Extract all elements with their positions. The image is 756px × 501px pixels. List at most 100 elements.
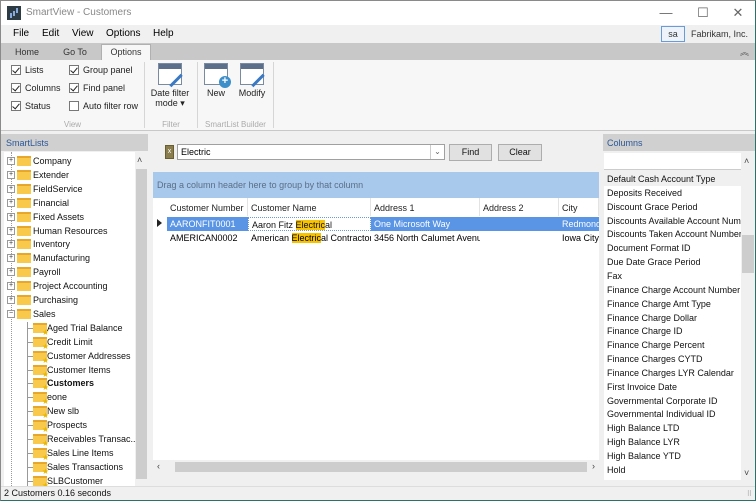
company-name[interactable]: Fabrikam, Inc. xyxy=(691,29,748,39)
column-list-item[interactable]: Deposits Received xyxy=(604,186,741,200)
tree-smartlist-item[interactable]: SLBCustomer xyxy=(4,474,135,486)
tab-go-to[interactable]: Go To xyxy=(53,45,97,60)
auto-filter-row-checkbox[interactable]: Auto filter row xyxy=(69,101,138,111)
expand-icon[interactable]: + xyxy=(7,282,15,291)
group-by-panel[interactable]: Drag a column header here to group by th… xyxy=(153,172,599,198)
menu-help[interactable]: Help xyxy=(153,28,174,39)
tree-folder[interactable]: + Manufacturing xyxy=(4,251,135,265)
tree-smartlist-item[interactable]: eone xyxy=(4,390,135,406)
clear-button[interactable]: Clear xyxy=(498,144,542,161)
minimize-button[interactable]: — xyxy=(651,4,681,22)
column-header-city[interactable]: City xyxy=(559,198,599,216)
tree-smartlist-item[interactable]: Customer Addresses xyxy=(4,349,135,365)
cell-customer-number[interactable]: AARONFIT0001 xyxy=(167,217,248,231)
expand-icon[interactable]: + xyxy=(7,254,15,263)
tree-folder[interactable]: + Purchasing xyxy=(4,293,135,307)
scroll-right-icon[interactable]: › xyxy=(592,461,595,471)
tree-folder[interactable]: + Payroll xyxy=(4,265,135,279)
tree-folder[interactable]: + Project Accounting xyxy=(4,279,135,293)
expand-icon[interactable]: + xyxy=(7,226,15,235)
expand-icon[interactable]: + xyxy=(7,198,15,207)
cell-city[interactable]: Iowa City xyxy=(559,231,599,245)
menu-options[interactable]: Options xyxy=(106,28,140,39)
column-list-item[interactable]: Discounts Taken Account Number xyxy=(604,227,741,241)
tree-folder[interactable]: + Company xyxy=(4,154,135,168)
group-panel-checkbox[interactable]: Group panel xyxy=(69,65,133,75)
table-row[interactable]: AARONFIT0001 Aaron Fitz Electrical One M… xyxy=(167,217,599,231)
expand-icon[interactable]: + xyxy=(7,268,15,277)
tab-home[interactable]: Home xyxy=(7,45,47,60)
cell-customer-number[interactable]: AMERICAN0002 xyxy=(167,231,248,245)
scroll-thumb[interactable] xyxy=(742,235,754,273)
column-list-item[interactable]: Finance Charge Amt Type xyxy=(604,297,741,311)
tree-folder[interactable]: + FieldService xyxy=(4,182,135,196)
scroll-up-icon[interactable]: ˄ xyxy=(137,155,142,165)
columns-checkbox[interactable]: Columns xyxy=(11,83,61,93)
column-list-item[interactable]: Governmental Individual ID xyxy=(604,407,741,421)
cell-city[interactable]: Redmond xyxy=(559,217,599,231)
column-list-item[interactable]: Finance Charge Account Number xyxy=(604,283,741,297)
expand-icon[interactable]: + xyxy=(7,184,15,193)
scroll-up-icon[interactable]: ˄ xyxy=(744,156,749,166)
columns-scrollbar[interactable]: ˄ ˅ xyxy=(741,153,755,480)
column-list-item[interactable]: Discount Grace Period xyxy=(604,200,741,214)
tree-smartlist-item[interactable]: New slb xyxy=(4,404,135,420)
tree-smartlist-item[interactable]: Credit Limit xyxy=(4,335,135,351)
close-button[interactable]: ✕ xyxy=(723,4,753,22)
close-find-panel-button[interactable]: x xyxy=(165,145,174,159)
tree-smartlist-item[interactable]: Aged Trial Balance xyxy=(4,321,135,337)
collapse-ribbon-icon[interactable]: ︽ xyxy=(740,45,749,58)
expand-icon[interactable]: + xyxy=(7,157,15,165)
find-button[interactable]: Find xyxy=(449,144,492,161)
menu-view[interactable]: View xyxy=(72,28,94,39)
user-badge[interactable]: sa xyxy=(661,26,685,42)
tree-smartlist-item[interactable]: Sales Line Items xyxy=(4,446,135,462)
tree-folder[interactable]: + Fixed Assets xyxy=(4,210,135,224)
scroll-thumb[interactable] xyxy=(175,462,587,472)
cell-address-2[interactable] xyxy=(480,217,559,231)
find-input[interactable]: Electric ⌄ xyxy=(177,144,445,160)
tree-smartlist-item[interactable]: Customers xyxy=(4,376,135,392)
cell-customer-name[interactable]: Aaron Fitz Electrical xyxy=(248,217,371,231)
column-list-item[interactable]: Finance Charge Dollar xyxy=(604,311,741,325)
collapse-icon[interactable]: − xyxy=(7,309,15,318)
expand-icon[interactable]: + xyxy=(7,296,15,304)
column-list-item[interactable]: Document Format ID xyxy=(604,241,741,255)
column-list-item[interactable]: Finance Charges CYTD xyxy=(604,352,741,366)
tree-folder[interactable]: + Financial xyxy=(4,196,135,210)
column-header-customer-number[interactable]: Customer Number xyxy=(167,198,248,216)
column-list-item[interactable]: Due Date Grace Period xyxy=(604,255,741,269)
column-header-customer-name[interactable]: Customer Name xyxy=(248,198,371,216)
column-list-item[interactable]: Finance Charge ID xyxy=(604,324,741,338)
scroll-down-icon[interactable]: ˅ xyxy=(744,468,749,478)
column-list-item[interactable]: Discounts Available Account Num... xyxy=(604,214,741,228)
column-list-item[interactable]: Finance Charge Percent xyxy=(604,338,741,352)
expand-icon[interactable]: + xyxy=(7,240,15,249)
menu-file[interactable]: File xyxy=(13,28,29,39)
scroll-left-icon[interactable]: ‹ xyxy=(157,461,160,471)
cell-address-1[interactable]: One Microsoft Way xyxy=(371,217,480,231)
chevron-down-icon[interactable]: ⌄ xyxy=(430,145,444,159)
scroll-thumb[interactable] xyxy=(136,169,147,479)
column-list-item[interactable]: Governmental Corporate ID xyxy=(604,394,741,408)
date-filter-mode-button[interactable]: Date filter mode ▾ xyxy=(148,63,192,109)
column-header-address-2[interactable]: Address 2 xyxy=(480,198,559,216)
expand-icon[interactable]: + xyxy=(7,212,15,221)
tree-smartlist-item[interactable]: Prospects xyxy=(4,418,135,434)
lists-checkbox[interactable]: Lists xyxy=(11,65,44,75)
modify-smartlist-button[interactable]: Modify xyxy=(235,63,269,98)
tree-smartlist-item[interactable]: Customer Items xyxy=(4,363,135,379)
tree-smartlist-item[interactable]: Receivables Transac... xyxy=(4,432,135,448)
column-list-item[interactable]: Finance Charges LYR Calendar xyxy=(604,366,741,380)
new-smartlist-button[interactable]: + New xyxy=(201,63,231,98)
column-list-item[interactable]: Hold xyxy=(604,463,741,477)
find-panel-checkbox[interactable]: Find panel xyxy=(69,83,125,93)
column-list-item[interactable]: High Balance LTD xyxy=(604,421,741,435)
tree-folder[interactable]: + Extender xyxy=(4,168,135,182)
expand-icon[interactable]: + xyxy=(7,170,15,179)
status-checkbox[interactable]: Status xyxy=(11,101,51,111)
cell-address-1[interactable]: 3456 North Calumet Avenue xyxy=(371,231,480,245)
cell-address-2[interactable] xyxy=(480,231,559,245)
tree-scrollbar[interactable]: ˄ xyxy=(135,152,148,486)
column-list-item[interactable]: High Balance LYR xyxy=(604,435,741,449)
